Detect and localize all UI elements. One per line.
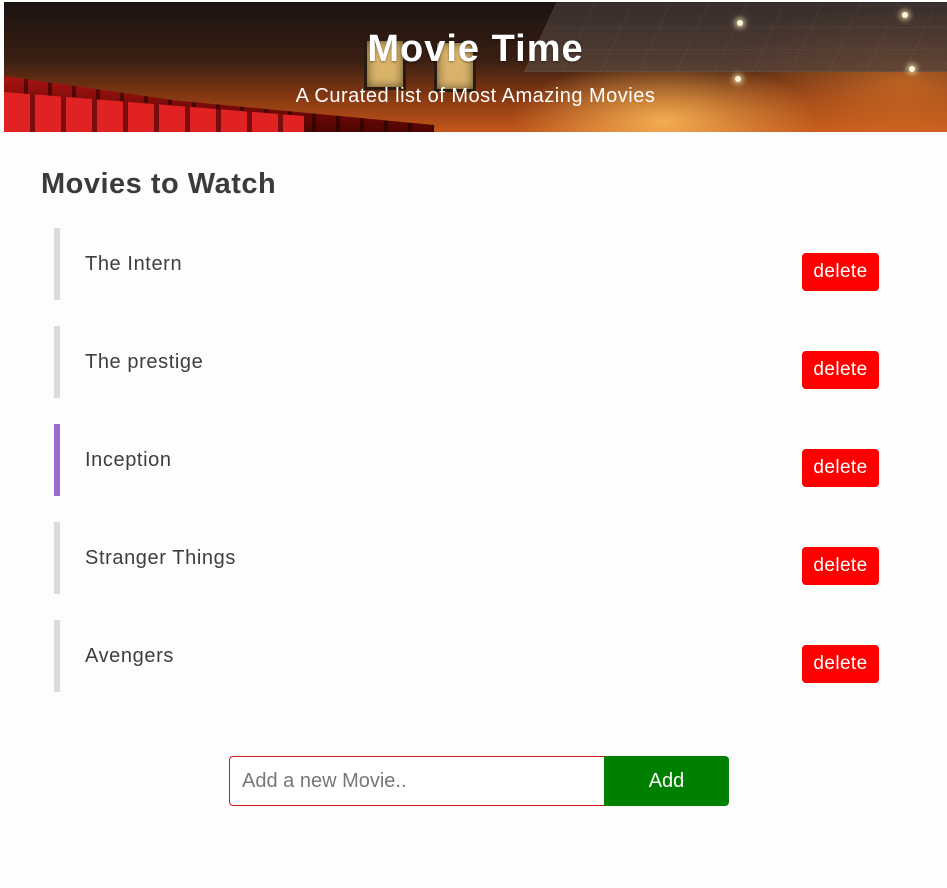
ceiling-light-icon — [902, 12, 908, 18]
header-banner: Movie Time A Curated list of Most Amazin… — [4, 2, 947, 132]
movie-title: Avengers — [85, 645, 174, 667]
ceiling-light-icon — [737, 20, 743, 26]
page-title: Movie Time — [367, 28, 584, 70]
movie-title: The prestige — [85, 351, 204, 373]
movie-title: Inception — [85, 449, 172, 471]
list-item: Avengers delete — [54, 620, 886, 692]
delete-button[interactable]: delete — [802, 547, 879, 585]
movie-list: The Intern delete The prestige delete In… — [54, 228, 886, 718]
section-title: Movies to Watch — [41, 168, 277, 200]
delete-button[interactable]: delete — [802, 645, 879, 683]
add-movie-input[interactable] — [229, 756, 604, 806]
page: Movie Time A Curated list of Most Amazin… — [0, 0, 947, 888]
delete-button[interactable]: delete — [802, 253, 879, 291]
list-item-highlighted: Inception delete — [54, 424, 886, 496]
list-item: Stranger Things delete — [54, 522, 886, 594]
movie-title: Stranger Things — [85, 547, 236, 569]
list-item: The prestige delete — [54, 326, 886, 398]
add-movie-form: Add — [229, 756, 729, 806]
delete-button[interactable]: delete — [802, 351, 879, 389]
add-button[interactable]: Add — [604, 756, 729, 806]
movie-title: The Intern — [85, 253, 183, 275]
delete-button[interactable]: delete — [802, 449, 879, 487]
ceiling-light-icon — [735, 76, 741, 82]
list-item: The Intern delete — [54, 228, 886, 300]
page-subtitle: A Curated list of Most Amazing Movies — [295, 85, 656, 107]
